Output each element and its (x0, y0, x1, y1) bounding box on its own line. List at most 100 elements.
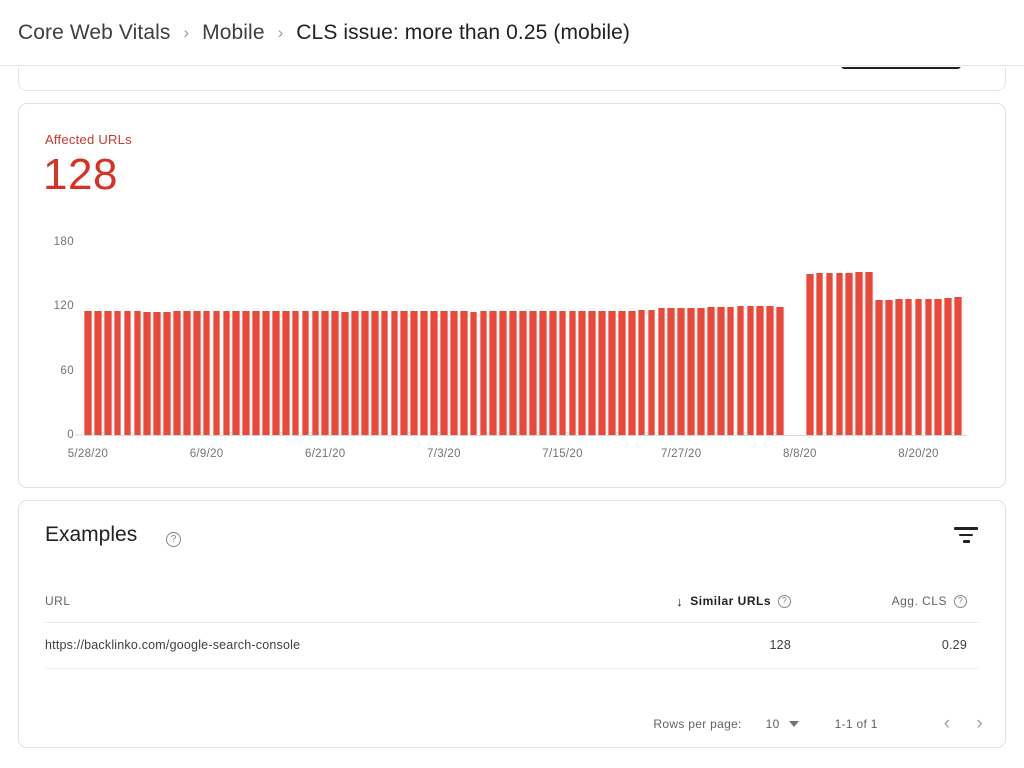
chart-bar[interactable] (202, 310, 211, 435)
chart-bar[interactable] (875, 299, 883, 435)
breadcrumb-item-mobile[interactable]: Mobile (202, 21, 264, 45)
chart-bar[interactable] (123, 310, 132, 435)
chart-bar[interactable] (618, 310, 626, 435)
chart-bar[interactable] (914, 298, 923, 435)
cell-url[interactable]: https://backlinko.com/google-search-cons… (45, 638, 300, 652)
chart-bar[interactable] (291, 310, 300, 435)
breadcrumb-item-core-web-vitals[interactable]: Core Web Vitals (18, 21, 170, 45)
chart-bar[interactable] (351, 310, 359, 435)
chart-bar[interactable] (499, 310, 508, 435)
chart-bar[interactable] (726, 307, 735, 435)
chart-bar[interactable] (548, 310, 557, 435)
chart-bar[interactable] (182, 310, 191, 435)
previous-page-button[interactable]: ‹ (944, 714, 951, 733)
chart-bar[interactable] (341, 311, 349, 435)
chart-bar[interactable] (360, 310, 369, 435)
chart-bar[interactable] (944, 297, 952, 435)
chart-bar[interactable] (262, 310, 270, 435)
chart-bar[interactable] (835, 273, 844, 435)
chart-bar[interactable] (756, 306, 765, 435)
chart-bar[interactable] (627, 310, 636, 435)
chart-bar[interactable] (637, 309, 646, 435)
filter-icon[interactable] (953, 527, 979, 549)
chart-bar[interactable] (301, 310, 310, 435)
chart-bar[interactable] (459, 310, 468, 435)
chart-bar[interactable] (479, 310, 488, 435)
chart-bar[interactable] (608, 310, 616, 435)
chart-bar[interactable] (469, 311, 478, 435)
chart-bar[interactable] (657, 308, 666, 435)
chart-bar[interactable] (529, 310, 537, 435)
chart-bar[interactable] (93, 310, 102, 435)
column-header-similar-urls[interactable]: ↓ Similar URLs (676, 594, 791, 608)
chart-bar[interactable] (736, 306, 745, 435)
chart-bar[interactable] (716, 307, 725, 435)
chart-bar[interactable] (578, 310, 587, 435)
chart-bar[interactable] (934, 298, 943, 435)
chart-bar[interactable] (598, 310, 606, 435)
chart-bar[interactable] (884, 299, 893, 435)
chart-bar[interactable] (568, 310, 577, 435)
chart-bar[interactable] (687, 308, 695, 435)
chart-bar[interactable] (281, 310, 290, 435)
chart-bar[interactable] (321, 310, 330, 435)
chart-bar[interactable] (449, 310, 458, 435)
column-header-agg-cls[interactable]: Agg. CLS (892, 594, 967, 608)
chart-bar[interactable] (192, 310, 201, 435)
chart-bar[interactable] (667, 308, 676, 435)
chart-bar[interactable] (380, 310, 389, 435)
chart-bar[interactable] (400, 310, 409, 435)
chart-bar[interactable] (153, 311, 161, 435)
chart-bar[interactable] (331, 310, 339, 435)
chart-bar[interactable] (865, 272, 873, 435)
chart-bar[interactable] (143, 311, 152, 435)
table-row[interactable]: https://backlinko.com/google-search-cons… (45, 623, 979, 669)
column-header-url[interactable]: URL (45, 594, 71, 608)
chart-bar[interactable] (212, 310, 221, 435)
chart-bar[interactable] (776, 307, 784, 435)
chart-bar[interactable] (904, 298, 913, 435)
next-page-button[interactable]: › (976, 714, 983, 733)
chart-bar[interactable] (815, 273, 824, 435)
chart-bar[interactable] (805, 274, 814, 435)
chart-bar[interactable] (677, 308, 686, 435)
chart-bar[interactable] (954, 296, 962, 435)
chart-bar[interactable] (252, 310, 260, 435)
chart-bar[interactable] (894, 298, 903, 435)
horizontal-scrollbar-thumb[interactable] (841, 67, 961, 69)
chart-bar[interactable] (538, 310, 547, 435)
chart-bar[interactable] (697, 308, 705, 435)
chart-bar[interactable] (440, 310, 448, 435)
chart-bar[interactable] (311, 310, 320, 435)
chart-bar[interactable] (163, 311, 171, 435)
chart-bar[interactable] (232, 310, 241, 435)
chart-bar[interactable] (509, 310, 517, 435)
chart-bar[interactable] (271, 310, 280, 435)
chart-bar[interactable] (845, 273, 854, 435)
chart-bar[interactable] (222, 310, 231, 435)
chart-bar[interactable] (370, 310, 379, 435)
chart-bar[interactable] (647, 309, 656, 435)
chart-bar[interactable] (924, 298, 933, 435)
chart-bar[interactable] (84, 310, 92, 435)
chart-bar[interactable] (746, 306, 755, 435)
rows-per-page-value[interactable]: 10 (766, 717, 780, 731)
chart-bar[interactable] (855, 272, 864, 435)
chart-bar[interactable] (420, 310, 428, 435)
chart-bar[interactable] (133, 310, 142, 435)
chart-bar[interactable] (173, 310, 181, 435)
chevron-down-icon[interactable] (788, 720, 799, 727)
chart-bar[interactable] (707, 307, 715, 435)
chart-bar[interactable] (519, 310, 527, 435)
chart-bar[interactable] (430, 310, 438, 435)
help-circle-icon[interactable] (954, 594, 967, 608)
chart-bar[interactable] (242, 310, 250, 435)
chart-bar[interactable] (588, 310, 597, 435)
chart-bar[interactable] (825, 273, 834, 435)
chart-bar[interactable] (390, 310, 399, 435)
help-circle-icon[interactable] (166, 532, 181, 547)
chart-bar[interactable] (766, 306, 775, 435)
chart-bar[interactable] (489, 310, 498, 435)
chart-bar[interactable] (410, 310, 419, 435)
chart-bar[interactable] (103, 310, 112, 435)
